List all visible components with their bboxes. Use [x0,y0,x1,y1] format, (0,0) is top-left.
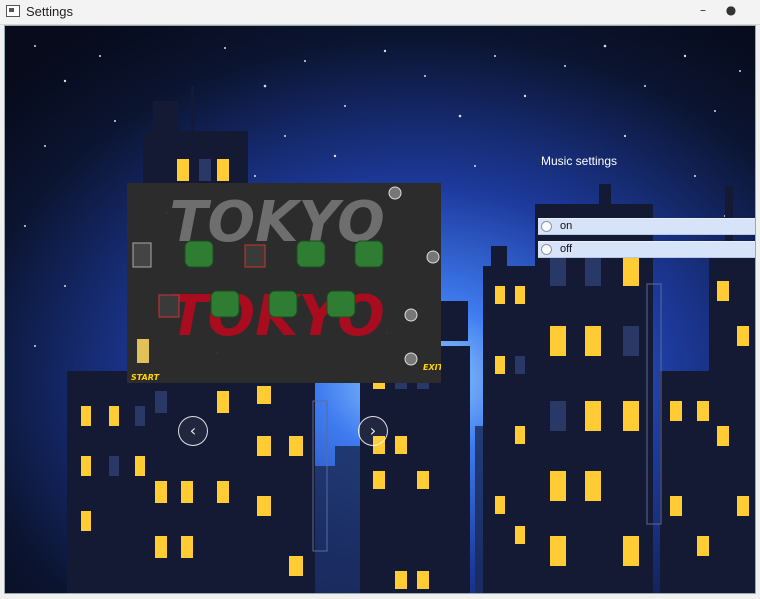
enemy [244,244,266,268]
bush [210,290,240,318]
next-level-button[interactable]: › [358,416,388,446]
enemy [158,294,180,318]
app-icon [6,5,20,17]
close-button[interactable]: ● [720,2,742,20]
bush [296,240,326,268]
minimize-button[interactable]: – [692,2,714,20]
player-sprite [137,339,149,363]
bush [268,290,298,318]
enemy [132,242,152,268]
music-settings-label: Music settings [541,154,618,168]
music-on-option[interactable]: on [538,218,755,235]
previous-level-button[interactable]: ‹ [178,416,208,446]
window-title: Settings [26,4,73,19]
target [388,186,402,200]
bush [354,240,384,268]
target [426,250,440,264]
music-on-radio[interactable] [541,221,552,232]
level-preview[interactable]: TOKYO TOKYO START EXIT [127,183,441,383]
bush [184,240,214,268]
music-on-label: on [560,220,573,232]
music-off-radio[interactable] [541,244,552,255]
bush [326,290,356,318]
exit-label: EXIT [423,363,441,372]
start-label: START [131,373,160,382]
title-bar: Settings – ● [0,0,760,25]
music-off-option[interactable]: off [538,241,755,258]
settings-view: Music settings on off TOKYO TOKYO [4,25,756,594]
target [404,308,418,322]
target [404,352,418,366]
music-off-label: off [560,243,573,255]
